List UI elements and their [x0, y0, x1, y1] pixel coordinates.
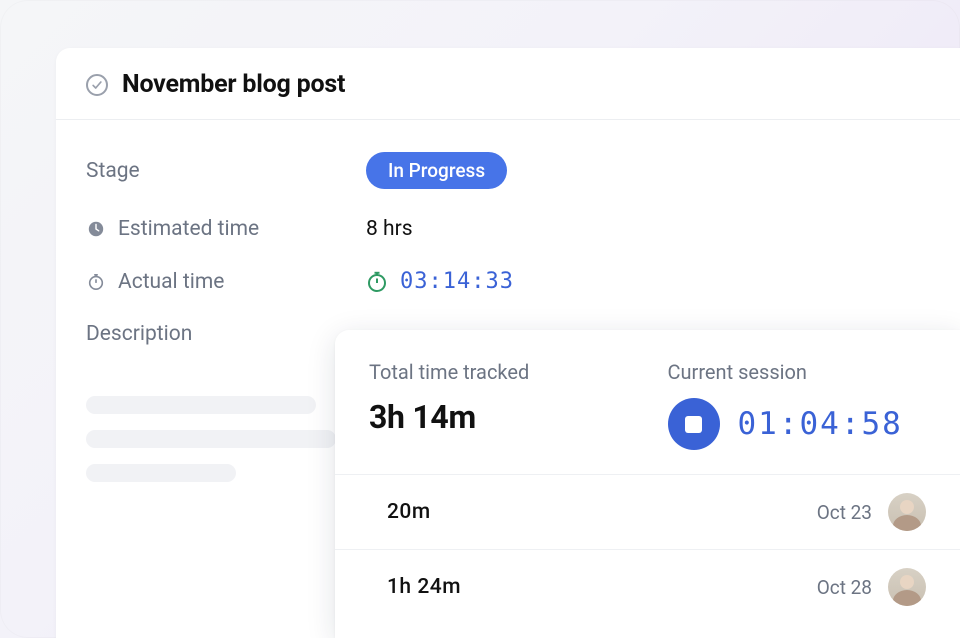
total-tracked-value: 3h 14m: [369, 398, 628, 436]
time-entry[interactable]: 20m Oct 23: [335, 474, 960, 549]
actual-value[interactable]: 03:14:33: [366, 269, 514, 294]
current-session-label: Current session: [668, 360, 927, 384]
skeleton-line: [86, 396, 316, 414]
estimated-row: Estimated time 8 hrs: [86, 217, 930, 241]
current-session-value: 01:04:58: [738, 406, 903, 442]
estimated-value[interactable]: 8 hrs: [366, 217, 413, 241]
total-tracked-section: Total time tracked 3h 14m: [369, 360, 628, 450]
stage-value[interactable]: In Progress: [366, 152, 507, 189]
actual-label: Actual time: [118, 270, 224, 294]
stage-label: Stage: [86, 159, 366, 183]
entry-duration: 1h 24m: [369, 575, 461, 599]
task-fields: Stage In Progress Estimated time 8 hrs A…: [56, 120, 960, 346]
stop-timer-button[interactable]: [668, 398, 720, 450]
task-title: November blog post: [122, 70, 345, 99]
time-entry[interactable]: 1h 24m Oct 28: [335, 549, 960, 624]
actual-time-text: 03:14:33: [400, 269, 514, 294]
stopwatch-icon: [86, 272, 106, 292]
avatar[interactable]: [888, 493, 926, 531]
time-tracker-popover: Total time tracked 3h 14m Current sessio…: [335, 330, 960, 638]
stage-row: Stage In Progress: [86, 152, 930, 189]
total-tracked-label: Total time tracked: [369, 360, 628, 384]
entry-duration: 20m: [369, 500, 431, 524]
clock-icon: [86, 219, 106, 239]
time-entries-list: 20m Oct 23 1h 24m Oct 28: [335, 474, 960, 624]
description-label: Description: [86, 322, 192, 346]
actual-row: Actual time 03:14:33: [86, 269, 930, 294]
task-header: November blog post: [56, 48, 960, 120]
avatar[interactable]: [888, 568, 926, 606]
stop-icon: [685, 416, 702, 433]
entry-date: Oct 28: [817, 576, 872, 599]
entry-date: Oct 23: [817, 501, 872, 524]
skeleton-line: [86, 430, 336, 448]
skeleton-line: [86, 464, 236, 482]
estimated-label: Estimated time: [118, 217, 259, 241]
current-session-section: Current session 01:04:58: [668, 360, 927, 450]
complete-toggle-icon[interactable]: [86, 74, 108, 96]
stopwatch-running-icon: [366, 271, 388, 293]
stage-badge[interactable]: In Progress: [366, 152, 507, 189]
